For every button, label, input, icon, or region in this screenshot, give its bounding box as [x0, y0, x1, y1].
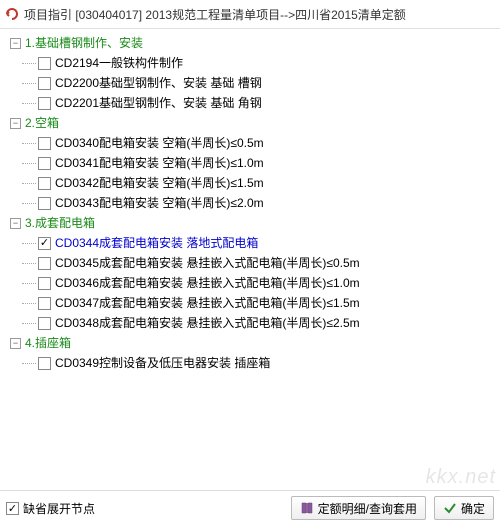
- item-code: CD0347: [55, 293, 99, 313]
- item-label: 成套配电箱安装 悬挂嵌入式配电箱(半周长)≤2.5m: [99, 313, 360, 333]
- item-checkbox[interactable]: [38, 257, 51, 270]
- item-checkbox[interactable]: [38, 97, 51, 110]
- item-code: CD0342: [55, 173, 99, 193]
- tree-item[interactable]: CD0349 控制设备及低压电器安装 插座箱: [2, 353, 498, 373]
- item-label: 成套配电箱安装 悬挂嵌入式配电箱(半周长)≤1.5m: [99, 293, 360, 313]
- item-checkbox[interactable]: [38, 317, 51, 330]
- item-label: 控制设备及低压电器安装 插座箱: [99, 353, 270, 373]
- item-checkbox[interactable]: [38, 197, 51, 210]
- item-code: CD2201: [55, 93, 99, 113]
- tree-item[interactable]: CD2194 一般铁构件制作: [2, 53, 498, 73]
- item-code: CD2194: [55, 53, 99, 73]
- item-label: 成套配电箱安装 落地式配电箱: [99, 233, 258, 253]
- section-label: 1.基础槽钢制作、安装: [25, 33, 143, 53]
- footer-bar: 缺省展开节点 定额明细/查询套用 确定: [0, 490, 500, 525]
- item-code: CD0340: [55, 133, 99, 153]
- collapse-toggle[interactable]: −: [10, 118, 21, 129]
- detail-query-button[interactable]: 定额明细/查询套用: [291, 496, 426, 520]
- item-label: 配电箱安装 空箱(半周长)≤0.5m: [99, 133, 264, 153]
- tree-item[interactable]: CD0346 成套配电箱安装 悬挂嵌入式配电箱(半周长)≤1.0m: [2, 273, 498, 293]
- expand-default-checkbox[interactable]: [6, 502, 19, 515]
- item-code: CD0346: [55, 273, 99, 293]
- tree-item[interactable]: CD0343 配电箱安装 空箱(半周长)≤2.0m: [2, 193, 498, 213]
- section-3[interactable]: −3.成套配电箱: [2, 213, 498, 233]
- item-checkbox[interactable]: [38, 177, 51, 190]
- collapse-toggle[interactable]: −: [10, 38, 21, 49]
- ok-button[interactable]: 确定: [434, 496, 494, 520]
- item-code: CD0343: [55, 193, 99, 213]
- app-icon: [4, 6, 20, 22]
- section-label: 4.插座箱: [25, 333, 71, 353]
- tree-item[interactable]: CD0341 配电箱安装 空箱(半周长)≤1.0m: [2, 153, 498, 173]
- item-code: CD2200: [55, 73, 99, 93]
- tree-item[interactable]: CD0348 成套配电箱安装 悬挂嵌入式配电箱(半周长)≤2.5m: [2, 313, 498, 333]
- item-label: 配电箱安装 空箱(半周长)≤2.0m: [99, 193, 264, 213]
- tree-item[interactable]: CD0347 成套配电箱安装 悬挂嵌入式配电箱(半周长)≤1.5m: [2, 293, 498, 313]
- item-checkbox[interactable]: [38, 357, 51, 370]
- item-checkbox[interactable]: [38, 277, 51, 290]
- section-label: 2.空箱: [25, 113, 59, 133]
- book-icon: [300, 501, 314, 515]
- item-code: CD0348: [55, 313, 99, 333]
- item-checkbox[interactable]: [38, 237, 51, 250]
- tree-item[interactable]: CD0345 成套配电箱安装 悬挂嵌入式配电箱(半周长)≤0.5m: [2, 253, 498, 273]
- item-code: CD0349: [55, 353, 99, 373]
- section-2[interactable]: −2.空箱: [2, 113, 498, 133]
- item-checkbox[interactable]: [38, 77, 51, 90]
- item-checkbox[interactable]: [38, 137, 51, 150]
- item-checkbox[interactable]: [38, 57, 51, 70]
- detail-query-label: 定额明细/查询套用: [318, 500, 417, 517]
- item-checkbox[interactable]: [38, 157, 51, 170]
- item-label: 成套配电箱安装 悬挂嵌入式配电箱(半周长)≤0.5m: [99, 253, 360, 273]
- item-label: 一般铁构件制作: [99, 53, 183, 73]
- tree-item[interactable]: CD0344 成套配电箱安装 落地式配电箱: [2, 233, 498, 253]
- section-1[interactable]: −1.基础槽钢制作、安装: [2, 33, 498, 53]
- expand-default-label: 缺省展开节点: [23, 500, 95, 517]
- expand-default-row[interactable]: 缺省展开节点: [6, 500, 95, 517]
- item-label: 成套配电箱安装 悬挂嵌入式配电箱(半周长)≤1.0m: [99, 273, 360, 293]
- item-label: 基础型钢制作、安装 基础 槽钢: [99, 73, 262, 93]
- item-code: CD0345: [55, 253, 99, 273]
- tree-item[interactable]: CD2201 基础型钢制作、安装 基础 角钢: [2, 93, 498, 113]
- check-icon: [443, 501, 457, 515]
- section-label: 3.成套配电箱: [25, 213, 95, 233]
- collapse-toggle[interactable]: −: [10, 338, 21, 349]
- tree-item[interactable]: CD0340 配电箱安装 空箱(半周长)≤0.5m: [2, 133, 498, 153]
- item-checkbox[interactable]: [38, 297, 51, 310]
- ok-label: 确定: [461, 500, 485, 517]
- collapse-toggle[interactable]: −: [10, 218, 21, 229]
- window-title: 项目指引 [030404017] 2013规范工程量清单项目-->四川省2015…: [24, 6, 406, 23]
- item-code: CD0344: [55, 233, 99, 253]
- section-4[interactable]: −4.插座箱: [2, 333, 498, 353]
- item-label: 配电箱安装 空箱(半周长)≤1.5m: [99, 173, 264, 193]
- tree-item[interactable]: CD2200 基础型钢制作、安装 基础 槽钢: [2, 73, 498, 93]
- title-bar: 项目指引 [030404017] 2013规范工程量清单项目-->四川省2015…: [0, 0, 500, 29]
- item-label: 配电箱安装 空箱(半周长)≤1.0m: [99, 153, 264, 173]
- tree-view: −1.基础槽钢制作、安装CD2194 一般铁构件制作CD2200 基础型钢制作、…: [0, 29, 500, 490]
- item-label: 基础型钢制作、安装 基础 角钢: [99, 93, 262, 113]
- tree-item[interactable]: CD0342 配电箱安装 空箱(半周长)≤1.5m: [2, 173, 498, 193]
- item-code: CD0341: [55, 153, 99, 173]
